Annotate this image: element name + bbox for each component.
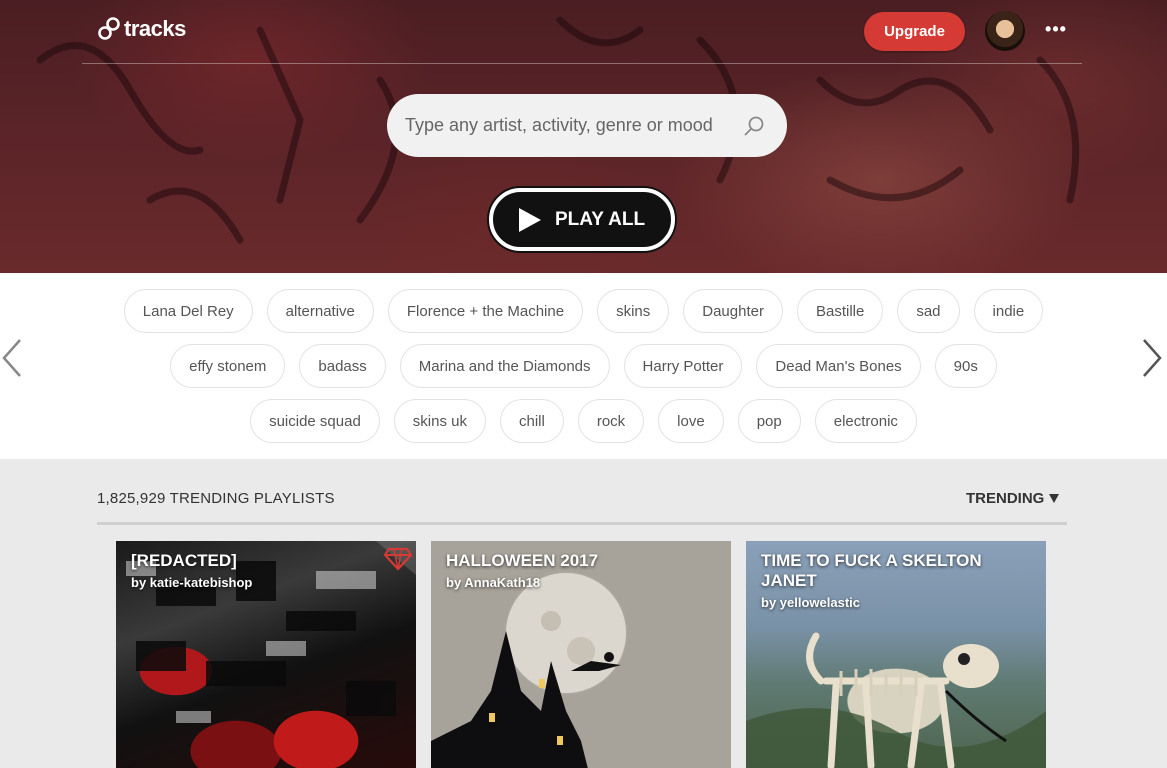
trending-count-title: 1,825,929 TRENDING PLAYLISTS bbox=[97, 490, 335, 507]
header-divider bbox=[82, 63, 1082, 64]
logo-text: tracks bbox=[124, 16, 186, 41]
tag-chip[interactable]: indie bbox=[973, 289, 1044, 333]
search-icon[interactable] bbox=[743, 115, 765, 137]
tracks-logo-icon bbox=[98, 17, 120, 40]
tag-chip[interactable]: sad bbox=[897, 289, 960, 333]
playlist-card[interactable]: TIME TO FUCK A SKELTON JANET by yellowel… bbox=[746, 541, 1046, 768]
playlist-title: HALLOWEEN 2017 by AnnaKath18 bbox=[446, 551, 716, 593]
sort-dropdown[interactable]: TRENDING bbox=[966, 490, 1060, 507]
tag-chip[interactable]: electronic bbox=[814, 399, 917, 443]
tag-chip[interactable]: love bbox=[658, 399, 724, 443]
playlist-name: TIME TO FUCK A SKELTON JANET bbox=[761, 551, 982, 590]
playlist-author[interactable]: by katie-katebishop bbox=[131, 573, 401, 593]
premium-gem-icon bbox=[376, 541, 416, 575]
tag-chip[interactable]: Dead Man's Bones bbox=[756, 344, 921, 388]
playlist-title: [redacted] by katie-katebishop bbox=[131, 551, 401, 593]
playlist-author[interactable]: by AnnaKath18 bbox=[446, 573, 716, 593]
upgrade-button[interactable]: Upgrade bbox=[864, 12, 965, 51]
tag-chip[interactable]: Daughter bbox=[683, 289, 783, 333]
playlist-card[interactable]: [redacted] by katie-katebishop bbox=[116, 541, 416, 768]
tag-row-1: Lana Del Rey alternative Florence + the … bbox=[0, 289, 1167, 333]
tag-chip[interactable]: Bastille bbox=[796, 289, 884, 333]
playlist-author[interactable]: by yellowelastic bbox=[761, 593, 1031, 613]
tag-chip[interactable]: Florence + the Machine bbox=[387, 289, 584, 333]
hero-banner: tracks Upgrade ••• PLAY ALL bbox=[0, 0, 1167, 273]
tracks-logo[interactable]: tracks bbox=[97, 16, 186, 42]
tag-chip[interactable]: Marina and the Diamonds bbox=[399, 344, 610, 388]
tag-chip[interactable]: rock bbox=[577, 399, 645, 443]
carousel-prev-icon[interactable] bbox=[0, 338, 24, 378]
tag-chip[interactable]: Harry Potter bbox=[623, 344, 743, 388]
play-all-label: PLAY ALL bbox=[554, 208, 646, 230]
tag-chip[interactable]: skins bbox=[597, 289, 670, 333]
more-options-icon[interactable]: ••• bbox=[1044, 20, 1068, 38]
section-divider bbox=[97, 522, 1067, 525]
tag-row-3: suicide squad skins uk chill rock love p… bbox=[0, 399, 1167, 443]
user-avatar[interactable] bbox=[985, 11, 1025, 51]
play-all-button[interactable]: PLAY ALL bbox=[489, 188, 675, 251]
playlist-name: HALLOWEEN 2017 bbox=[446, 551, 599, 570]
tag-chip[interactable]: chill bbox=[499, 399, 564, 443]
play-icon bbox=[518, 207, 541, 232]
playlist-name: [redacted] bbox=[131, 551, 237, 570]
tag-chip[interactable]: pop bbox=[737, 399, 801, 443]
tag-carousel: Lana Del Rey alternative Florence + the … bbox=[0, 273, 1167, 459]
playlist-card[interactable]: HALLOWEEN 2017 by AnnaKath18 bbox=[431, 541, 731, 768]
tag-chip[interactable]: alternative bbox=[266, 289, 374, 333]
search-input[interactable] bbox=[405, 115, 735, 136]
tag-chip[interactable]: suicide squad bbox=[250, 399, 380, 443]
carousel-next-icon[interactable] bbox=[1140, 338, 1164, 378]
search-bar[interactable] bbox=[387, 94, 787, 157]
caret-down-icon bbox=[1049, 494, 1060, 503]
tag-chip[interactable]: effy stonem bbox=[170, 344, 286, 388]
tag-chip[interactable]: skins uk bbox=[393, 399, 486, 443]
tag-chip[interactable]: Lana Del Rey bbox=[123, 289, 253, 333]
tag-chip[interactable]: 90s bbox=[934, 344, 997, 388]
tag-chip[interactable]: badass bbox=[299, 344, 386, 388]
sort-label: TRENDING bbox=[966, 490, 1045, 507]
playlist-title: TIME TO FUCK A SKELTON JANET by yellowel… bbox=[761, 551, 1031, 613]
tag-row-2: effy stonem badass Marina and the Diamon… bbox=[0, 344, 1167, 388]
